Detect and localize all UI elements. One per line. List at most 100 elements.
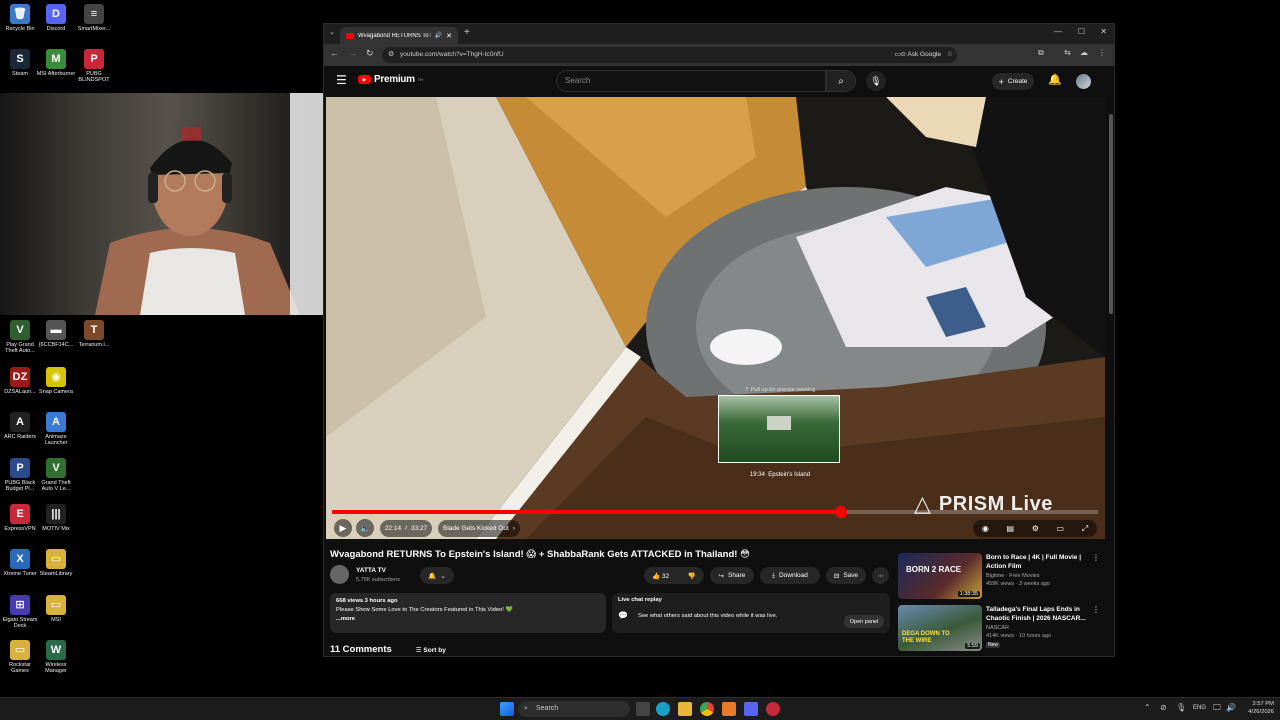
volume-button[interactable]: 🔈: [356, 519, 374, 537]
browser-tab[interactable]: Wvagabond RETURNS To E... 🔊 ✕: [340, 27, 458, 44]
desktop-icon[interactable]: E ExpressVPN: [0, 504, 40, 532]
create-button[interactable]: + Create: [992, 73, 1034, 90]
discord-taskbar-icon[interactable]: [744, 702, 758, 716]
bookmark-star-icon[interactable]: ☆: [947, 47, 953, 63]
share-button[interactable]: ↪ Share: [710, 567, 754, 584]
url-bar[interactable]: ⚙ youtube.com/watch?v=ThgH-tc0nfU ▭ ⊙ As…: [382, 47, 957, 63]
description-more[interactable]: ...more: [336, 615, 600, 624]
extensions-icon[interactable]: ⧉: [1038, 48, 1044, 58]
desktop-icon[interactable]: ▬ {6CCBF14C...: [36, 320, 76, 348]
ask-google-button[interactable]: ⊙ Ask Google: [900, 47, 941, 63]
desktop-icon[interactable]: ▭ Rockstar Games: [0, 640, 40, 674]
close-window-icon[interactable]: ✕: [1100, 27, 1107, 36]
progress-bar[interactable]: [332, 506, 1098, 518]
microphone-icon[interactable]: 🎙: [1176, 703, 1186, 712]
app-icon-orange[interactable]: [722, 702, 736, 716]
desktop-app-icon: ≡: [84, 4, 104, 24]
youtube-logo[interactable]: ▶ Premium TH: [358, 74, 423, 85]
extension-2-icon[interactable]: ☁: [1080, 48, 1088, 57]
channel-name[interactable]: YATTA TV: [356, 567, 386, 574]
chapter-button[interactable]: Blade Gets Kicked Out ›: [438, 520, 520, 537]
fullscreen-icon[interactable]: ⤢: [1082, 524, 1088, 534]
desktop-icon[interactable]: ▭ SteamLibrary: [36, 549, 76, 577]
desktop-icon[interactable]: D Discord: [36, 4, 76, 32]
subscription-bell-button[interactable]: 🔔 ⌄: [420, 567, 454, 584]
related-item[interactable]: DEGA DOWN TO THE WIRE 5:59 Talladega's F…: [898, 605, 1108, 653]
theater-mode-icon[interactable]: ▭: [1057, 524, 1065, 533]
desktop-icon[interactable]: ≡ SmartMixer...: [74, 4, 114, 32]
desktop-icon[interactable]: ||| MOTIV Mix: [36, 504, 76, 532]
search-input[interactable]: Search: [556, 70, 826, 92]
description-box[interactable]: 668 views 3 hours ago Please Show Some L…: [330, 593, 606, 633]
desktop-icon[interactable]: V Grand Theft Auto V Le...: [36, 458, 76, 492]
open-panel-button[interactable]: Open panel: [844, 615, 884, 628]
desktop-icon[interactable]: P PUBG Black Budget Pl...: [0, 458, 40, 492]
minimize-icon[interactable]: —: [1054, 27, 1062, 36]
like-button[interactable]: 👍 32: [652, 572, 669, 580]
related-more-icon[interactable]: ⋮: [1092, 553, 1100, 562]
new-tab-icon[interactable]: +: [464, 27, 470, 38]
related-meta: 459K views · 3 weeks ago: [986, 581, 1050, 587]
subtitles-icon[interactable]: ▤: [1006, 524, 1014, 533]
reload-icon[interactable]: ↻: [366, 48, 374, 59]
desktop-icon[interactable]: V Play Grand Theft Auto...: [0, 320, 40, 354]
desktop-icon[interactable]: M MSI Afterburner: [36, 49, 76, 77]
desktop-icon[interactable]: A Animaze Launcher: [36, 412, 76, 446]
page-scrollbar[interactable]: [1107, 66, 1114, 656]
chrome-icon[interactable]: [700, 702, 714, 716]
back-icon[interactable]: ←: [330, 48, 339, 58]
app-icon-red[interactable]: [766, 702, 780, 716]
dislike-button[interactable]: 👎: [688, 572, 696, 580]
taskbar-search[interactable]: ⌕ Search: [518, 701, 630, 717]
tab-list-icon[interactable]: ⌄: [329, 28, 335, 36]
network-icon[interactable]: 🖵: [1213, 703, 1221, 713]
video-player[interactable]: ⇡ Pull up for precise seeking 19:34 Epst…: [326, 97, 1105, 539]
desktop-icon[interactable]: ▭ MSI: [36, 595, 76, 623]
download-icon: ⤓: [772, 571, 775, 579]
volume-icon[interactable]: 🔊: [1226, 703, 1236, 712]
search-button[interactable]: ⌕: [826, 70, 856, 92]
desktop-icon[interactable]: P PUBG BLINDSPOT: [74, 49, 114, 83]
desktop-icon[interactable]: A ARC Raiders: [0, 412, 40, 440]
hamburger-menu-icon[interactable]: ☰: [336, 73, 347, 87]
desktop-icon[interactable]: S Steam: [0, 49, 40, 77]
tab-close-icon[interactable]: ✕: [446, 32, 452, 40]
download-button[interactable]: ⤓ Download: [760, 567, 820, 584]
channel-avatar[interactable]: [330, 565, 349, 584]
tab-audio-icon[interactable]: 🔊: [435, 32, 442, 39]
voice-search-icon[interactable]: 🎙: [866, 71, 886, 91]
language-indicator[interactable]: ENG: [1193, 705, 1206, 711]
clock[interactable]: 3:57 PM 4/26/2026: [1240, 700, 1274, 716]
browser-menu-icon[interactable]: ⋮: [1098, 48, 1106, 57]
preview-thumbnail: [718, 395, 840, 463]
tray-chevron-icon[interactable]: ⌃: [1144, 703, 1151, 712]
maximize-icon[interactable]: ☐: [1078, 27, 1085, 36]
notifications-bell-icon[interactable]: 🔔: [1048, 73, 1062, 86]
more-actions-button[interactable]: ⋯: [872, 567, 889, 584]
avatar[interactable]: [1076, 74, 1091, 89]
task-view-icon[interactable]: [636, 702, 650, 716]
related-more-icon[interactable]: ⋮: [1092, 605, 1100, 614]
desktop-icon[interactable]: ◉ Snap Camera: [36, 367, 76, 395]
desktop-app-icon: |||: [46, 504, 66, 524]
sort-by-button[interactable]: ☰ Sort by: [416, 646, 446, 654]
desktop-icon[interactable]: T Terrarium.l...: [74, 320, 114, 348]
desktop-icon[interactable]: W Wireless Manager: [36, 640, 76, 674]
edge-icon[interactable]: [656, 702, 670, 716]
desktop-icon[interactable]: ⊞ Elgato Stream Deck: [0, 595, 40, 629]
desktop-icon[interactable]: DZ DZSALaun...: [0, 367, 40, 395]
desktop-icon[interactable]: 🗑 Recycle Bin: [0, 4, 40, 32]
settings-gear-icon[interactable]: ⚙: [1032, 524, 1039, 533]
play-button[interactable]: ▶: [334, 519, 352, 537]
file-explorer-icon[interactable]: [678, 702, 692, 716]
scrollbar-thumb[interactable]: [1109, 114, 1113, 314]
tray-icon-1[interactable]: ⊘: [1160, 703, 1167, 712]
autoplay-toggle-icon[interactable]: ◉: [982, 524, 989, 533]
save-button[interactable]: ⊟ Save: [826, 567, 866, 584]
forward-icon[interactable]: →: [348, 48, 357, 58]
desktop-icon[interactable]: X Xtreme Tuner: [0, 549, 40, 577]
extension-1-icon[interactable]: ⇆: [1064, 48, 1071, 57]
site-info-icon[interactable]: ⚙: [388, 47, 394, 63]
related-item[interactable]: BORN 2 RACE 1:38:35 Born to Race | 4K | …: [898, 553, 1108, 601]
start-windows-icon[interactable]: [500, 702, 514, 716]
